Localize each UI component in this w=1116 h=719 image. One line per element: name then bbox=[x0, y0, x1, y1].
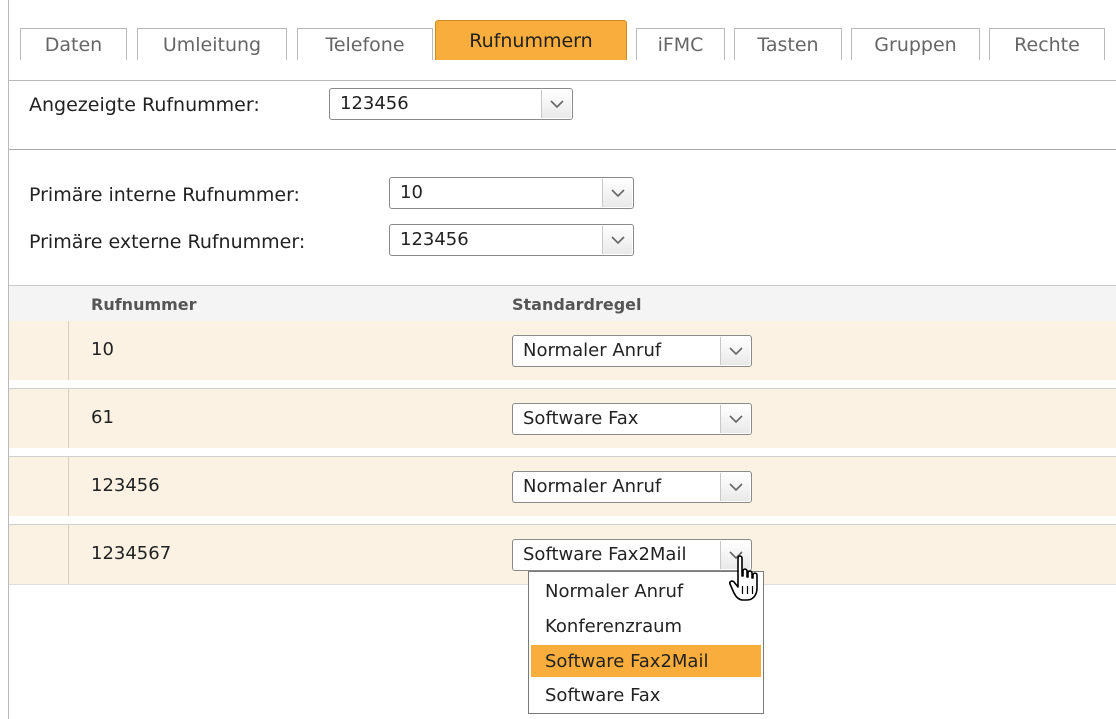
tab-tasten[interactable]: Tasten bbox=[734, 28, 842, 60]
tab-label: Rechte bbox=[1014, 33, 1080, 56]
select-value: 123456 bbox=[400, 229, 469, 250]
tab-telefone[interactable]: Telefone bbox=[297, 28, 433, 60]
row-number: 123456 bbox=[91, 475, 160, 496]
tab-rufnummern[interactable]: Rufnummern bbox=[435, 20, 627, 60]
numbers-table-header: Rufnummer Standardregel bbox=[9, 285, 1116, 323]
tab-label: Umleitung bbox=[162, 33, 262, 56]
chevron-down-icon bbox=[720, 473, 750, 501]
row-gutter bbox=[68, 321, 69, 380]
tab-label: Daten bbox=[44, 33, 103, 56]
chevron-down-icon bbox=[720, 405, 750, 433]
tab-daten[interactable]: Daten bbox=[20, 28, 127, 60]
rule-select[interactable]: Software Fax bbox=[512, 403, 752, 435]
rule-select[interactable]: Normaler Anruf bbox=[512, 335, 752, 367]
tab-label: Rufnummern bbox=[469, 29, 593, 52]
row-number: 1234567 bbox=[91, 543, 172, 564]
select-value: Normaler Anruf bbox=[523, 476, 662, 497]
chevron-down-icon bbox=[541, 90, 571, 118]
select-value: Software Fax2Mail bbox=[523, 544, 687, 565]
displayed-number-select[interactable]: 123456 bbox=[329, 88, 573, 120]
tab-rechte[interactable]: Rechte bbox=[989, 28, 1105, 60]
displayed-number-label: Angezeigte Rufnummer: bbox=[29, 94, 260, 116]
chevron-down-icon bbox=[602, 226, 632, 254]
rule-select[interactable]: Software Fax2Mail bbox=[512, 539, 752, 571]
column-header-rufnummer: Rufnummer bbox=[91, 295, 197, 314]
row-separator bbox=[9, 516, 1116, 525]
column-header-standardregel: Standardregel bbox=[512, 295, 642, 314]
option-label: Normaler Anruf bbox=[545, 580, 684, 602]
table-row: 123456 Normaler Anruf bbox=[9, 457, 1116, 517]
table-row: 10 Normaler Anruf bbox=[9, 321, 1116, 381]
tab-divider bbox=[9, 80, 1116, 81]
chevron-down-icon bbox=[720, 337, 750, 365]
tab-label: iFMC bbox=[657, 33, 704, 56]
primary-external-select[interactable]: 123456 bbox=[389, 224, 634, 256]
select-value: 123456 bbox=[340, 93, 409, 114]
user-settings-panel: Daten Umleitung Telefone Rufnummern iFMC… bbox=[8, 0, 1116, 719]
tab-label: Telefone bbox=[325, 33, 405, 56]
dropdown-option[interactable]: Konferenzraum bbox=[531, 610, 761, 642]
tab-gruppen[interactable]: Gruppen bbox=[851, 28, 980, 60]
row-number: 61 bbox=[91, 407, 114, 428]
primary-internal-label: Primäre interne Rufnummer: bbox=[29, 184, 300, 206]
tab-ifmc[interactable]: iFMC bbox=[636, 28, 725, 60]
row-separator bbox=[9, 448, 1116, 457]
rule-select[interactable]: Normaler Anruf bbox=[512, 471, 752, 503]
select-value: 10 bbox=[400, 182, 423, 203]
dropdown-option[interactable]: Software Fax bbox=[531, 679, 761, 711]
dropdown-option-selected[interactable]: Software Fax2Mail bbox=[531, 645, 761, 677]
row-number: 10 bbox=[91, 339, 114, 360]
tab-label: Gruppen bbox=[874, 33, 957, 56]
option-label: Konferenzraum bbox=[545, 615, 683, 637]
chevron-down-icon bbox=[602, 179, 632, 207]
dropdown-option[interactable]: Normaler Anruf bbox=[531, 575, 761, 607]
row-separator bbox=[9, 380, 1116, 389]
tab-bar: Daten Umleitung Telefone Rufnummern iFMC… bbox=[9, 20, 1116, 81]
row-gutter bbox=[68, 457, 69, 516]
table-row: 61 Software Fax bbox=[9, 389, 1116, 449]
section-divider bbox=[9, 149, 1116, 150]
option-label: Software Fax2Mail bbox=[545, 650, 709, 672]
primary-external-label: Primäre externe Rufnummer: bbox=[29, 231, 306, 253]
select-value: Normaler Anruf bbox=[523, 340, 662, 361]
hand-pointer-icon bbox=[728, 554, 766, 610]
row-gutter bbox=[68, 525, 69, 584]
tab-label: Tasten bbox=[757, 33, 819, 56]
select-value: Software Fax bbox=[523, 408, 639, 429]
tab-umleitung[interactable]: Umleitung bbox=[137, 28, 287, 60]
primary-internal-select[interactable]: 10 bbox=[389, 177, 634, 209]
row-gutter bbox=[68, 389, 69, 448]
option-label: Software Fax bbox=[545, 684, 661, 706]
